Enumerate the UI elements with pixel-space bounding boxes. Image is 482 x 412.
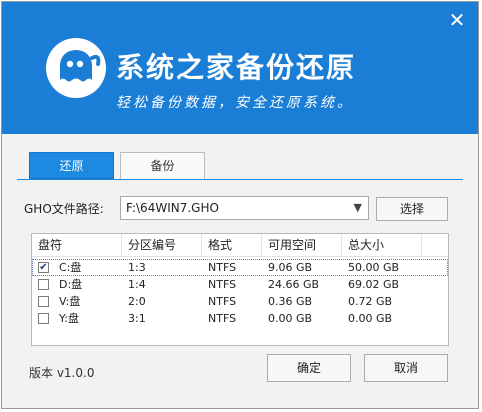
row-checkbox[interactable] — [38, 313, 49, 324]
tab-restore[interactable]: 还原 — [29, 152, 114, 179]
chevron-down-icon[interactable]: ▼ — [354, 201, 362, 214]
cell-drive: Y:盘 — [59, 312, 79, 325]
cell-free: 24.66 GB — [268, 278, 320, 291]
browse-button[interactable]: 选择 — [376, 197, 448, 221]
cell-total: 0.00 GB — [348, 312, 393, 325]
tab-divider — [17, 179, 463, 180]
cell-partition: 2:0 — [128, 295, 146, 308]
cell-format: NTFS — [208, 312, 237, 325]
row-checkbox[interactable] — [38, 296, 49, 307]
cell-partition: 1:3 — [128, 261, 146, 274]
cell-total: 0.72 GB — [348, 295, 393, 308]
table-header: 盘符 分区编号 格式 可用空间 总大小 — [32, 234, 448, 257]
table-row[interactable]: D:盘 1:4 NTFS 24.66 GB 69.02 GB — [32, 276, 448, 293]
cell-drive: C:盘 — [59, 261, 82, 274]
cell-format: NTFS — [208, 261, 237, 274]
row-checkbox[interactable]: ✔ — [38, 262, 49, 273]
app-title: 系统之家备份还原 — [116, 51, 357, 84]
cancel-button[interactable]: 取消 — [364, 354, 448, 382]
check-icon: ✔ — [39, 262, 48, 273]
column-format: 格式 — [202, 234, 262, 256]
cell-drive: D:盘 — [59, 278, 83, 291]
cell-total: 69.02 GB — [348, 278, 400, 291]
cell-format: NTFS — [208, 295, 237, 308]
cell-free: 0.36 GB — [268, 295, 313, 308]
cell-partition: 1:4 — [128, 278, 146, 291]
tab-backup[interactable]: 备份 — [120, 152, 205, 179]
header-banner: ✕ 系统之家备份还原 轻松备份数据，安全还原系统。 — [2, 2, 478, 134]
ok-button[interactable]: 确定 — [267, 354, 351, 382]
table-row[interactable]: ✔ C:盘 1:3 NTFS 9.06 GB 50.00 GB — [32, 259, 448, 276]
close-button[interactable]: ✕ — [444, 8, 470, 32]
column-free: 可用空间 — [262, 234, 342, 256]
column-partition: 分区编号 — [122, 234, 202, 256]
row-checkbox[interactable] — [38, 279, 49, 290]
partition-table: 盘符 分区编号 格式 可用空间 总大小 ✔ C:盘 1:3 NTFS 9.06 … — [31, 233, 449, 346]
close-icon: ✕ — [448, 8, 466, 32]
cell-free: 0.00 GB — [268, 312, 313, 325]
cell-free: 9.06 GB — [268, 261, 313, 274]
app-subtitle: 轻松备份数据，安全还原系统。 — [116, 95, 354, 111]
cell-format: NTFS — [208, 278, 237, 291]
cell-drive: V:盘 — [59, 295, 81, 308]
path-label: GHO文件路径: — [24, 202, 104, 216]
cell-partition: 3:1 — [128, 312, 146, 325]
app-window: ✕ 系统之家备份还原 轻松备份数据，安全还原系统。 还原 备份 GHO文件路径:… — [1, 1, 479, 409]
gho-path-select[interactable]: F:\64WIN7.GHO ▼ — [120, 196, 369, 220]
cell-total: 50.00 GB — [348, 261, 400, 274]
version-label: 版本 v1.0.0 — [29, 366, 95, 380]
table-row[interactable]: V:盘 2:0 NTFS 0.36 GB 0.72 GB — [32, 293, 448, 310]
ghost-icon — [46, 38, 106, 98]
table-row[interactable]: Y:盘 3:1 NTFS 0.00 GB 0.00 GB — [32, 310, 448, 327]
tab-bar: 还原 备份 — [22, 152, 462, 180]
column-total: 总大小 — [342, 234, 422, 256]
column-drive: 盘符 — [32, 234, 122, 256]
gho-path-value: F:\64WIN7.GHO — [126, 201, 219, 215]
